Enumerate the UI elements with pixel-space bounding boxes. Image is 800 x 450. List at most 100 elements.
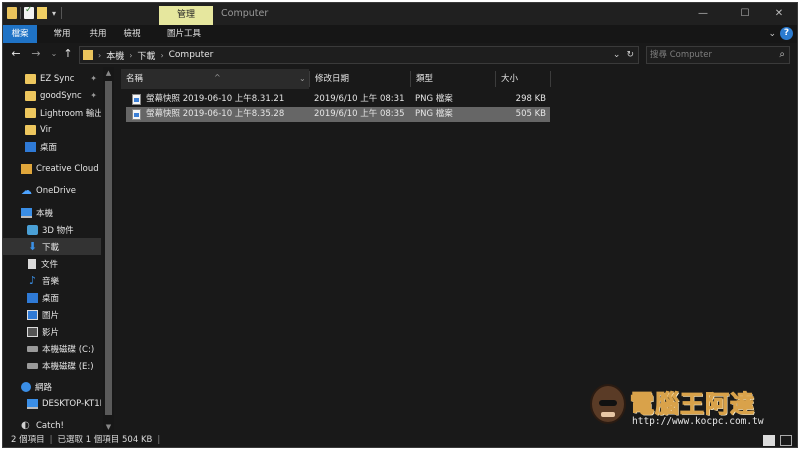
file-size: 298 KB: [515, 94, 546, 104]
sidebar-item-creative-cloud[interactable]: Creative Cloud Fi: [3, 160, 101, 177]
folder-icon[interactable]: [7, 7, 17, 19]
sidebar-item-label: 桌面: [40, 142, 58, 153]
sidebar-item-music[interactable]: ♪ 音樂: [3, 272, 101, 289]
back-button[interactable]: ←: [9, 47, 23, 61]
explorer-window: ▾ 管理 Computer — ☐ ✕ 檔案 常用 共用 檢視 圖片工具 ⌄ ?…: [2, 2, 798, 448]
sidebar-item-goodsync[interactable]: goodSync ✦: [3, 87, 101, 104]
up-button[interactable]: ↑: [61, 47, 75, 61]
ribbon-tabs: 檔案 常用 共用 檢視 圖片工具 ⌄ ?: [3, 25, 797, 43]
sidebar-item-this-pc[interactable]: 本機: [3, 204, 101, 221]
status-bar: 2 個項目 | 已選取 1 個項目 504 KB |: [3, 433, 797, 447]
sidebar-item-network[interactable]: 網路: [3, 378, 101, 395]
creative-cloud-icon: [21, 163, 32, 174]
scrollbar-thumb[interactable]: [105, 81, 112, 415]
sidebar-item-downloads[interactable]: ⬇ 下載: [3, 238, 101, 255]
selection-info: 已選取 1 個項目 504 KB: [57, 435, 153, 445]
sidebar-item-label: 下載: [42, 242, 60, 253]
sidebar-item-vir[interactable]: Vir: [3, 121, 101, 138]
sidebar-item-label: 本機磁碟 (C:): [42, 344, 95, 355]
manage-tab[interactable]: 管理: [159, 6, 213, 25]
column-header-label: 名稱: [126, 74, 144, 84]
sidebar-item-drive-c[interactable]: 本機磁碟 (C:): [3, 340, 101, 357]
breadcrumb-separator: ›: [98, 50, 102, 60]
png-file-icon: [132, 94, 141, 105]
drive-icon: [27, 345, 38, 352]
sidebar-item-label: DESKTOP-KT1H: [42, 398, 101, 409]
breadcrumb-this-pc[interactable]: 本機: [106, 49, 124, 62]
column-header-modified[interactable]: 修改日期: [310, 69, 410, 89]
sidebar-item-label: Catch!: [36, 420, 64, 431]
help-icon[interactable]: ?: [780, 27, 793, 40]
file-modified: 2019/6/10 上午 08:35: [314, 109, 405, 119]
breadcrumb-computer[interactable]: Computer: [169, 50, 214, 60]
search-icon[interactable]: ⌕: [779, 49, 785, 60]
column-header-size[interactable]: 大小: [496, 69, 550, 89]
tab-share[interactable]: 共用: [83, 25, 113, 43]
file-row[interactable]: 螢幕快照 2019-06-10 上午8.35.28 2019/6/10 上午 0…: [126, 107, 550, 122]
sidebar-item-desktop[interactable]: 桌面: [3, 289, 101, 306]
tab-view[interactable]: 檢視: [117, 25, 147, 43]
tab-home[interactable]: 常用: [47, 25, 77, 43]
address-bar[interactable]: › 本機 › 下載 › Computer ⌄ ↻: [79, 46, 639, 64]
new-folder-icon[interactable]: [37, 7, 47, 19]
sidebar-item-videos[interactable]: 影片: [3, 323, 101, 340]
filter-dropdown-icon[interactable]: ⌄: [299, 69, 306, 89]
forward-button[interactable]: →: [29, 47, 43, 61]
address-actions: ⌄ ↻: [613, 47, 634, 63]
pc-icon: [27, 398, 38, 409]
sidebar-item-label: 本機磁碟 (E:): [42, 361, 94, 372]
file-size: 505 KB: [515, 109, 546, 119]
file-modified: 2019/6/10 上午 08:31: [314, 94, 405, 104]
catch-icon: ◐: [21, 419, 30, 431]
scroll-up-icon[interactable]: ▲: [104, 69, 113, 77]
large-icons-view-icon[interactable]: [780, 435, 792, 446]
properties-icon[interactable]: [24, 5, 34, 19]
file-row[interactable]: 螢幕快照 2019-06-10 上午8.31.21 2019/6/10 上午 0…: [126, 92, 550, 107]
sidebar-item-label: Creative Cloud Fi: [36, 163, 101, 174]
search-input[interactable]: [650, 48, 768, 62]
window-title: Computer: [221, 8, 269, 19]
column-header-name[interactable]: 名稱 ^ ⌄: [121, 69, 309, 89]
column-divider[interactable]: [550, 71, 551, 87]
sidebar-item-onedrive[interactable]: ☁ OneDrive: [3, 182, 101, 199]
sidebar-item-desktop-pc[interactable]: DESKTOP-KT1H: [3, 395, 101, 412]
network-icon: [21, 381, 31, 392]
folder-icon: [83, 50, 93, 60]
sidebar-item-drive-e[interactable]: 本機磁碟 (E:): [3, 357, 101, 374]
png-file-icon: [132, 109, 141, 120]
expand-ribbon-icon[interactable]: ⌄: [768, 29, 776, 39]
navigation-scrollbar[interactable]: ▲ ▼: [103, 67, 114, 433]
file-name: 螢幕快照 2019-06-10 上午8.31.21: [146, 94, 285, 104]
file-name: 螢幕快照 2019-06-10 上午8.35.28: [146, 109, 285, 119]
sidebar-item-label: 網路: [35, 382, 53, 393]
sidebar-item-pictures[interactable]: 圖片: [3, 306, 101, 323]
minimize-button[interactable]: —: [683, 3, 723, 25]
sidebar-item-catch[interactable]: ◐ Catch!: [3, 417, 101, 433]
pin-icon: ✦: [90, 91, 97, 100]
sidebar-item-ez-sync[interactable]: EZ Sync ✦: [3, 70, 101, 87]
sidebar-item-desktop-quick[interactable]: 桌面: [3, 138, 101, 155]
sidebar-item-lightroom-export[interactable]: Lightroom 輸出: [3, 104, 101, 121]
pin-icon: ✦: [90, 74, 97, 83]
address-dropdown-icon[interactable]: ⌄: [613, 50, 621, 60]
recent-locations-button[interactable]: ⌄: [47, 47, 61, 61]
sidebar-item-3d-objects[interactable]: 3D 物件: [3, 221, 101, 238]
document-icon: [28, 258, 36, 269]
refresh-icon[interactable]: ↻: [626, 50, 634, 60]
music-icon: ♪: [28, 273, 37, 287]
column-header-type[interactable]: 類型: [411, 69, 495, 89]
sort-ascending-icon: ^: [214, 73, 221, 82]
download-icon: ⬇: [27, 239, 38, 253]
tab-picture-tools[interactable]: 圖片工具: [161, 25, 207, 43]
address-toolbar: ← → ⌄ ↑ › 本機 › 下載 › Computer ⌄ ↻ ⌕: [3, 43, 797, 67]
sidebar-item-documents[interactable]: 文件: [3, 255, 101, 272]
close-button[interactable]: ✕: [759, 3, 797, 25]
breadcrumb-downloads[interactable]: 下載: [137, 49, 155, 62]
ribbon-controls: ⌄ ?: [768, 27, 793, 40]
scroll-down-icon[interactable]: ▼: [104, 423, 113, 431]
customize-toolbar-icon[interactable]: ▾: [50, 9, 58, 18]
tab-file[interactable]: 檔案: [3, 25, 37, 43]
status-separator: |: [157, 435, 161, 445]
item-count: 2 個項目: [11, 435, 45, 445]
details-view-icon[interactable]: [763, 435, 775, 446]
